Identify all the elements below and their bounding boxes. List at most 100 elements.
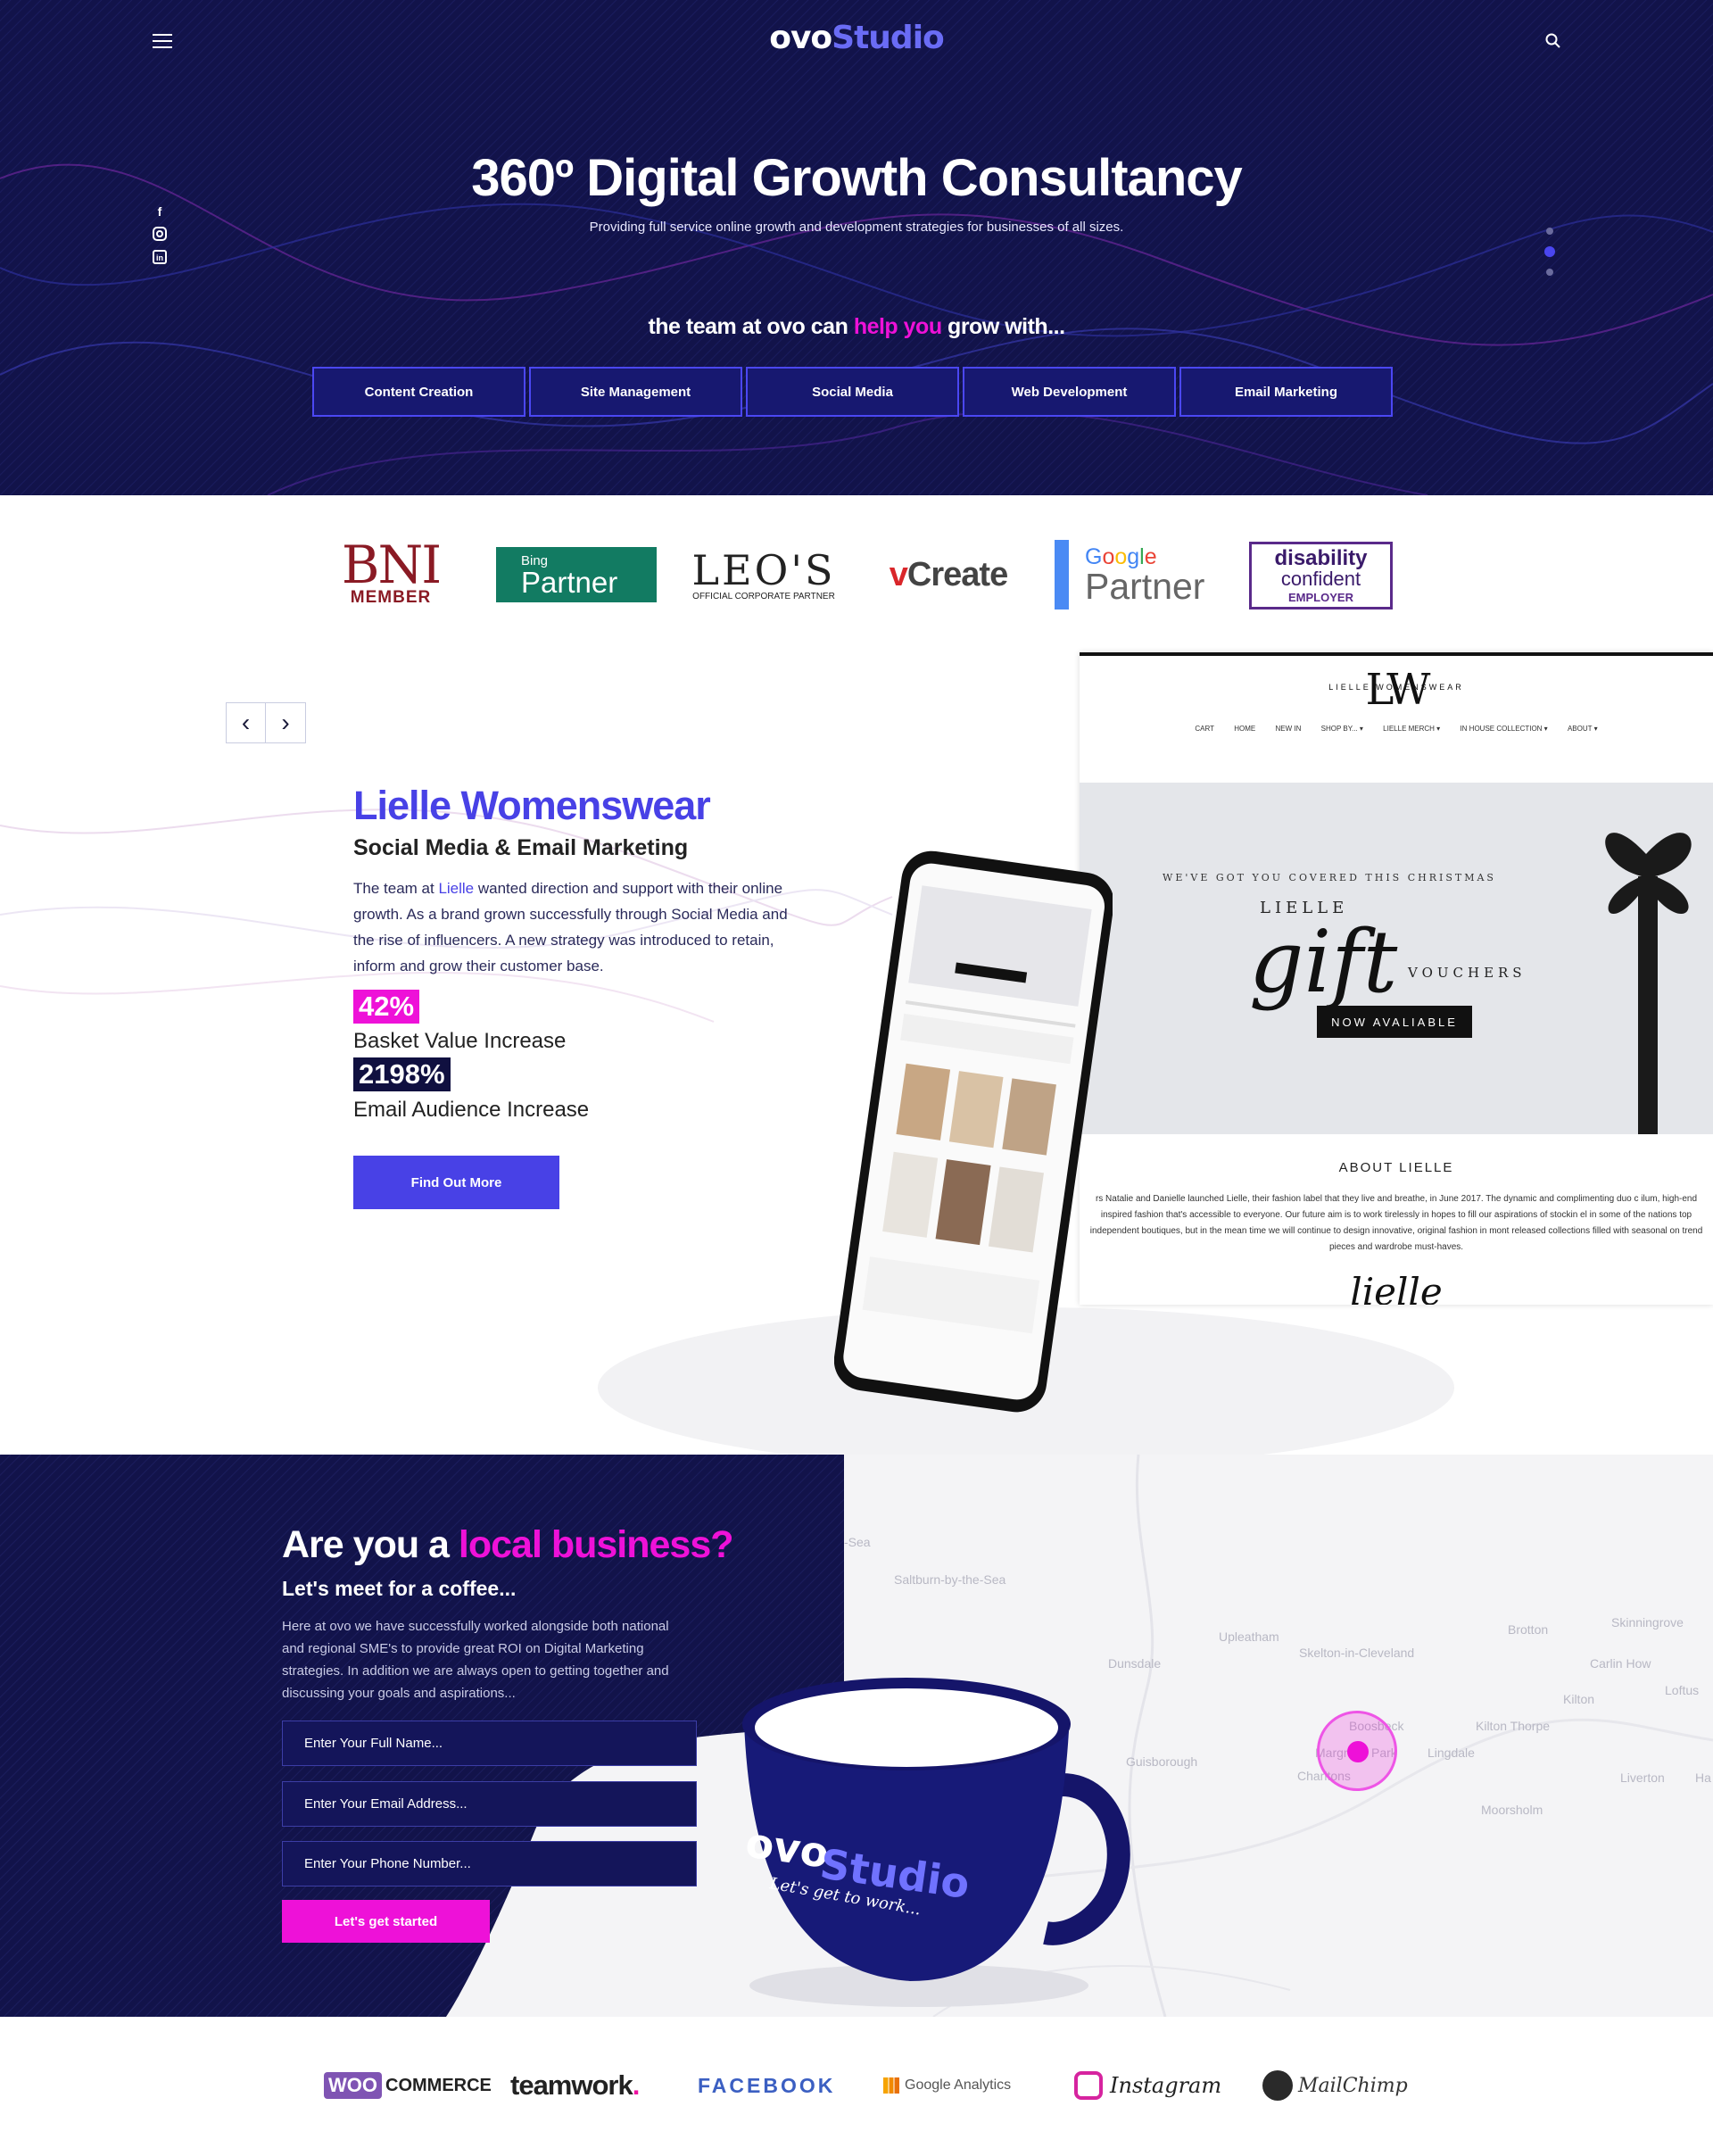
lielle-link[interactable]: Lielle	[438, 880, 474, 897]
map-label: Liverton	[1620, 1770, 1665, 1785]
map-label: Loftus	[1665, 1683, 1700, 1697]
ribbon-bow-image	[1605, 833, 1692, 1134]
about-lielle-text: rs Natalie and Danielle launched Lielle,…	[1089, 1194, 1703, 1252]
full-name-input[interactable]	[282, 1721, 697, 1766]
analytics-bars-icon	[883, 2077, 899, 2094]
instagram-icon	[1074, 2071, 1103, 2100]
map-label: Brotton	[1508, 1622, 1549, 1637]
disability-text: disability	[1274, 545, 1368, 570]
vcreate-v: v	[889, 555, 908, 593]
map-label: Kilton	[1563, 1692, 1595, 1706]
lielle-signature: lielle	[1350, 1270, 1443, 1305]
tagline-after: grow with...	[941, 314, 1065, 339]
hero-section: ovoStudio f in 360º Digital Growth Consu…	[0, 0, 1713, 495]
mailchimp-text: MailChimp	[1298, 2074, 1408, 2097]
mug-logo-ovo: ovo	[742, 1818, 832, 1877]
bing-partner-text: Partner	[521, 565, 618, 599]
email-input[interactable]	[282, 1781, 697, 1827]
local-business-subtitle: Let's meet for a coffee...	[282, 1577, 517, 1600]
commerce-text: COMMERCE	[385, 2075, 492, 2095]
leos-partner-logo: LEO'S OFFICIAL CORPORATE PARTNER	[687, 536, 840, 613]
service-tab-site-management[interactable]: Site Management	[529, 367, 742, 417]
slider-dot-active[interactable]	[1544, 246, 1555, 257]
phone-mockup-image	[834, 850, 1113, 1413]
map-label: Moorsholm	[1481, 1803, 1543, 1817]
hero-title: 360º Digital Growth Consultancy	[471, 149, 1243, 207]
map-label: Upleatham	[1219, 1629, 1279, 1644]
email-audience-label: Email Audience Increase	[353, 1098, 590, 1122]
woocommerce-logo: WOO COMMERCE	[324, 2063, 492, 2108]
teamwork-text: teamwork	[510, 2069, 633, 2101]
slider-dot[interactable]	[1546, 269, 1553, 276]
service-tab-social-media[interactable]: Social Media	[746, 367, 959, 417]
woo-text: WOO	[324, 2072, 382, 2099]
about-lielle-title: ABOUT LIELLE	[1338, 1160, 1454, 1175]
slider-arrows: ‹ ›	[226, 702, 306, 743]
map-label: Skinningrove	[1611, 1615, 1684, 1629]
map-label: Kilton Thorpe	[1476, 1719, 1551, 1733]
service-tab-email-marketing[interactable]: Email Marketing	[1179, 367, 1393, 417]
leos-text: LEO'S	[691, 545, 836, 594]
tools-logos: WOO COMMERCE teamwork. FACEBOOK Google An…	[0, 2017, 1713, 2156]
map-label: Ha	[1695, 1770, 1711, 1785]
google-analytics-logo: Google Analytics	[883, 2063, 1011, 2108]
google-partner-logo: Google Partner	[1055, 540, 1215, 609]
svg-text:in: in	[156, 253, 163, 262]
phone-input[interactable]	[282, 1841, 697, 1886]
hero-wave-background	[0, 0, 1713, 495]
service-tabs: Content Creation Site Management Social …	[312, 367, 1396, 417]
map-label: Carlin How	[1590, 1656, 1651, 1671]
service-tab-web-development[interactable]: Web Development	[963, 367, 1176, 417]
logo-ovo: ovo	[769, 20, 832, 56]
map-location-pin-icon[interactable]	[1317, 1711, 1397, 1791]
slider-dots	[1543, 228, 1556, 287]
now-available-button: NOW AVALIABLE	[1317, 1006, 1472, 1038]
site-logo[interactable]: ovoStudio	[0, 20, 1713, 56]
email-audience-stat: 2198%	[353, 1057, 451, 1091]
title-before: Are you a	[282, 1523, 459, 1566]
teamwork-dot: .	[632, 2069, 641, 2101]
case-study-subtitle: Social Media & Email Marketing	[353, 835, 689, 860]
service-tab-content-creation[interactable]: Content Creation	[312, 367, 525, 417]
lielle-banner: WE'VE GOT YOU COVERED THIS CHRISTMAS LIE…	[1080, 783, 1713, 1134]
mailchimp-logo: MailChimp	[1262, 2063, 1408, 2108]
prev-arrow-icon[interactable]: ‹	[227, 703, 266, 742]
hero-subtitle: Providing full service online growth and…	[589, 220, 1124, 235]
banner-heading: WE'VE GOT YOU COVERED THIS CHRISTMAS	[1163, 872, 1496, 883]
case-study-description: The team at Lielle wanted direction and …	[353, 875, 790, 979]
map-label: -Sea	[844, 1535, 871, 1549]
google-analytics-text: Google Analytics	[905, 2077, 1012, 2093]
lets-get-started-button[interactable]: Let's get started	[282, 1900, 490, 1943]
banner-gift-script: gift	[1249, 912, 1398, 1012]
find-out-more-button[interactable]: Find Out More	[353, 1156, 559, 1209]
tagline-before: the team at ovo can	[648, 314, 854, 339]
lielle-nav-item: SHOP BY... ▾	[1320, 725, 1363, 733]
employer-text: EMPLOYER	[1288, 590, 1353, 604]
mailchimp-icon	[1262, 2070, 1293, 2101]
bni-member-logo: BNI MEMBER	[337, 536, 444, 613]
bing-partner-logo: Bing Partner	[496, 547, 657, 602]
local-business-title: Are you a local business?	[282, 1523, 734, 1567]
next-arrow-icon[interactable]: ›	[266, 703, 305, 742]
banner-vouchers: VOUCHERS	[1408, 965, 1527, 981]
lielle-nav-item: IN HOUSE COLLECTION ▾	[1460, 725, 1548, 733]
bni-member-text: MEMBER	[350, 588, 432, 607]
hero-tagline: the team at ovo can help you grow with..…	[0, 314, 1713, 340]
description-start: The team at	[353, 880, 439, 897]
map-label: Dunsdale	[1108, 1656, 1162, 1671]
search-icon[interactable]	[1544, 32, 1562, 50]
facebook-logo: FACEBOOK	[698, 2073, 836, 2097]
tagline-highlight: help you	[853, 314, 942, 339]
lielle-nav-item: CART	[1195, 725, 1215, 733]
google-partner-text: Partner	[1085, 566, 1205, 607]
case-study-section: ‹ › Lielle Womenswear Social Media & Ema…	[0, 647, 1713, 1455]
vcreate-text: Create	[906, 555, 1008, 593]
lielle-nav-item: NEW IN	[1275, 725, 1302, 733]
lielle-nav-item: LIELLE MERCH ▾	[1383, 725, 1441, 733]
lielle-brand: LIELLE WOMENSWEAR	[1328, 683, 1464, 692]
instagram-text: Instagram	[1110, 2073, 1222, 2098]
lielle-website-screenshot: LW LIELLE WOMENSWEAR CART HOME NEW IN SH…	[1080, 652, 1713, 1305]
teamwork-logo: teamwork.	[510, 2063, 641, 2108]
linkedin-icon[interactable]: in	[152, 250, 168, 266]
partner-logos: BNI MEMBER Bing Partner LEO'S OFFICIAL C…	[0, 495, 1713, 647]
